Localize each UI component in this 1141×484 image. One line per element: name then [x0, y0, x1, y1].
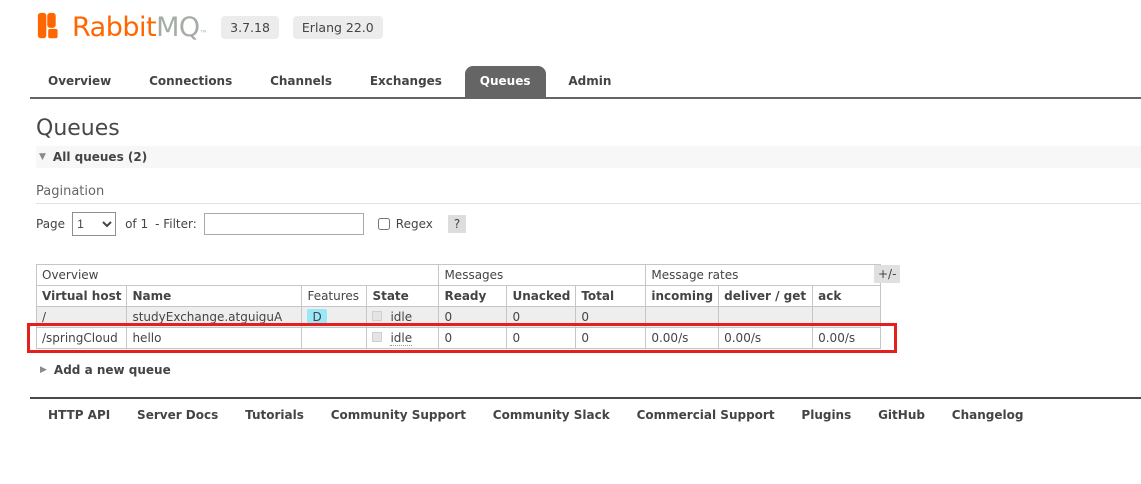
- cell-vhost: /springCloud: [35, 327, 128, 349]
- col-ready[interactable]: Ready: [438, 285, 508, 307]
- col-features: Features: [301, 285, 368, 307]
- tab-overview[interactable]: Overview: [48, 66, 111, 97]
- footer-link-tutorials[interactable]: Tutorials: [245, 408, 304, 422]
- tab-queues[interactable]: Queues: [464, 66, 546, 97]
- all-queues-label: All queues (2): [52, 150, 148, 164]
- durable-badge: D: [307, 309, 327, 325]
- regex-help-icon[interactable]: ?: [447, 215, 467, 233]
- brand-rabbit: Rabbit: [72, 12, 157, 43]
- col-unacked[interactable]: Unacked: [506, 285, 577, 307]
- footer-link-github[interactable]: GitHub: [878, 408, 925, 422]
- chevron-down-icon: ▼: [39, 152, 46, 162]
- state-text: idle: [390, 310, 413, 325]
- cell-total: 0: [575, 327, 647, 349]
- rabbitmq-wordmark[interactable]: RabbitMQ™: [72, 12, 208, 43]
- filter-input[interactable]: [203, 213, 364, 235]
- all-queues-section-toggle[interactable]: ▼ All queues (2): [36, 146, 1141, 168]
- table-header-row: Virtual host Name Features State Ready U…: [35, 285, 882, 307]
- chevron-right-icon: ▶: [40, 365, 47, 375]
- group-message-rates: Message rates: [645, 264, 882, 286]
- footer-link-plugins[interactable]: Plugins: [801, 408, 851, 422]
- cell-ack: 0.00/s: [812, 327, 882, 349]
- queues-table: Overview Messages Message rates Virtual …: [35, 264, 882, 349]
- page-title: Queues: [36, 116, 120, 141]
- column-toggle-button[interactable]: +/-: [874, 265, 901, 283]
- group-overview: Overview: [35, 264, 440, 286]
- queue-name-link[interactable]: studyExchange.atguiguA: [126, 306, 303, 328]
- group-messages: Messages: [438, 264, 647, 286]
- of-pages-label: of 1: [125, 217, 149, 231]
- cell-state: idle: [366, 306, 440, 328]
- queue-name-link[interactable]: hello: [126, 327, 303, 349]
- pagination-heading: Pagination: [36, 184, 105, 199]
- trademark: ™: [199, 29, 208, 38]
- brand-mq: MQ: [156, 12, 200, 43]
- cell-incoming: [645, 306, 720, 328]
- tab-connections[interactable]: Connections: [149, 66, 232, 97]
- col-state[interactable]: State: [366, 285, 440, 307]
- cell-ack: [812, 306, 882, 328]
- cell-features: [301, 327, 368, 349]
- footer-link-http-api[interactable]: HTTP API: [48, 408, 110, 422]
- cell-features: D: [301, 306, 368, 328]
- footer: HTTP API Server Docs Tutorials Community…: [30, 397, 1141, 422]
- cell-ready: 0: [438, 327, 508, 349]
- regex-checkbox[interactable]: [377, 218, 390, 230]
- footer-link-changelog[interactable]: Changelog: [952, 408, 1024, 422]
- rabbitmq-logo-icon[interactable]: [36, 11, 66, 44]
- version-badge: 3.7.18: [221, 16, 279, 39]
- col-ack[interactable]: ack: [812, 285, 882, 307]
- nav-tabs: Overview Connections Channels Exchanges …: [30, 66, 1141, 99]
- filter-label: - Filter:: [155, 217, 197, 231]
- table-group-header-row: Overview Messages Message rates: [35, 264, 882, 286]
- cell-unacked: 0: [506, 327, 577, 349]
- state-text: idle: [390, 331, 413, 346]
- state-indicator-icon: [372, 311, 383, 321]
- col-name[interactable]: Name: [126, 285, 303, 307]
- table-row-highlighted[interactable]: /springCloud hello idle 0 0 0 0.00/s 0.0…: [35, 327, 882, 349]
- footer-link-server-docs[interactable]: Server Docs: [137, 408, 218, 422]
- add-queue-label: Add a new queue: [53, 363, 171, 377]
- col-incoming[interactable]: incoming: [645, 285, 720, 307]
- cell-state: idle: [366, 327, 440, 349]
- footer-link-community-support[interactable]: Community Support: [331, 408, 466, 422]
- cell-unacked: 0: [506, 306, 577, 328]
- col-total[interactable]: Total: [575, 285, 647, 307]
- state-indicator-icon: [372, 332, 383, 342]
- page-select[interactable]: 1: [72, 212, 117, 236]
- add-queue-toggle[interactable]: ▶ Add a new queue: [40, 363, 171, 377]
- page-label: Page: [36, 217, 66, 231]
- tab-exchanges[interactable]: Exchanges: [370, 66, 442, 97]
- cell-ready: 0: [438, 306, 508, 328]
- col-deliver-get[interactable]: deliver / get: [718, 285, 814, 307]
- footer-link-community-slack[interactable]: Community Slack: [493, 408, 610, 422]
- tab-admin[interactable]: Admin: [568, 66, 611, 97]
- cell-deliver-get: [718, 306, 814, 328]
- cell-incoming: 0.00/s: [645, 327, 720, 349]
- header: RabbitMQ™ 3.7.18 Erlang 22.0: [36, 11, 383, 44]
- pagination-divider: [36, 203, 1141, 204]
- table-row[interactable]: / studyExchange.atguiguA D idle 0 0 0: [35, 306, 882, 328]
- col-virtual-host[interactable]: Virtual host: [35, 285, 128, 307]
- cell-total: 0: [575, 306, 647, 328]
- tab-channels[interactable]: Channels: [270, 66, 332, 97]
- queues-table-wrap: Overview Messages Message rates Virtual …: [35, 264, 901, 349]
- cell-deliver-get: 0.00/s: [718, 327, 814, 349]
- regex-label: Regex: [395, 217, 433, 231]
- erlang-version-badge: Erlang 22.0: [292, 16, 383, 39]
- footer-link-commercial-support[interactable]: Commercial Support: [637, 408, 775, 422]
- rabbitmq-queues-page: RabbitMQ™ 3.7.18 Erlang 22.0 Overview Co…: [0, 0, 1141, 484]
- pagination-controls: Page 1 of 1 - Filter: Regex ?: [36, 211, 467, 237]
- cell-vhost: /: [35, 306, 128, 328]
